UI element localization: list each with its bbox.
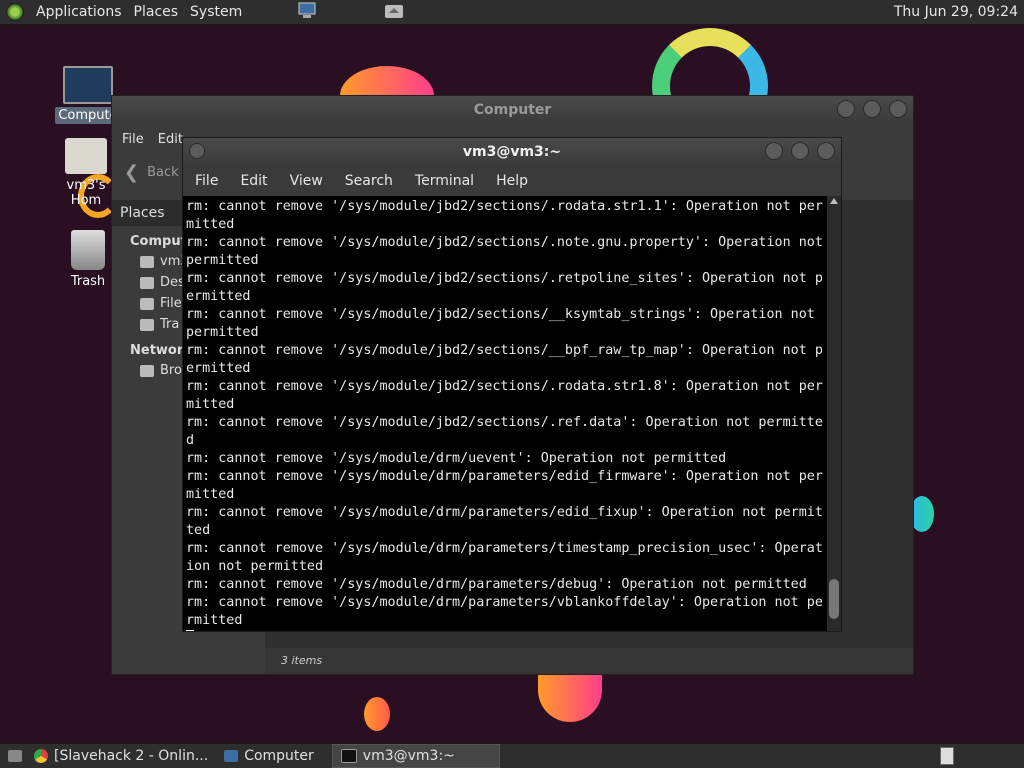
maximize-button[interactable] — [863, 100, 881, 118]
terminal-line: rm: cannot remove '/sys/module/drm/param… — [186, 505, 823, 538]
terminal-output[interactable]: rm: cannot remove '/sys/module/jbd2/sect… — [183, 196, 827, 631]
maximize-button[interactable] — [791, 142, 809, 160]
show-desktop-icon — [8, 750, 22, 762]
scroll-up-icon[interactable] — [830, 198, 838, 204]
window-titlebar[interactable]: vm3@vm3:~ — [183, 138, 841, 166]
status-bar: 3 items — [265, 648, 913, 674]
taskbar-item-label: vm3@vm3:~ — [362, 748, 455, 764]
window-menu-button[interactable] — [189, 143, 205, 159]
terminal-line: rm: cannot remove '/sys/module/jbd2/sect… — [186, 379, 823, 412]
terminal-line: rm: cannot remove '/sys/module/drm/param… — [186, 595, 823, 628]
network-icon — [140, 364, 154, 377]
terminal-line: rm: cannot remove '/sys/module/drm/param… — [186, 541, 823, 574]
computer-icon — [63, 66, 113, 104]
menu-edit[interactable]: Edit — [240, 173, 267, 189]
sidebar-item-label: File — [160, 296, 182, 311]
home-folder-icon — [65, 138, 107, 174]
back-button[interactable]: Back — [147, 165, 179, 180]
scrollbar[interactable] — [827, 196, 841, 631]
taskbar-item-computer[interactable]: Computer — [216, 745, 322, 767]
minimize-button[interactable] — [837, 100, 855, 118]
bottom-panel: [Slavehack 2 - Onlin... Computer vm3@vm3… — [0, 743, 1024, 768]
home-folder-icon — [140, 255, 154, 268]
menu-applications[interactable]: Applications — [36, 4, 122, 20]
wallpaper-shape — [364, 697, 390, 731]
taskbar-item-label: [Slavehack 2 - Onlin... — [54, 748, 209, 764]
back-arrow-icon[interactable]: ❮ — [124, 162, 139, 183]
terminal-line: rm: cannot remove '/sys/module/drm/param… — [186, 469, 823, 502]
menu-search[interactable]: Search — [345, 173, 393, 189]
terminal-icon — [340, 749, 357, 763]
terminal-line: rm: cannot remove '/sys/module/jbd2/sect… — [186, 343, 823, 376]
workspace-switcher[interactable] — [940, 747, 954, 765]
window-title: vm3@vm3:~ — [462, 144, 562, 160]
menu-help[interactable]: Help — [496, 173, 528, 189]
clock[interactable]: Thu Jun 29, 09:24 — [894, 4, 1018, 20]
taskbar-item-browser[interactable]: [Slavehack 2 - Onlin... — [26, 745, 216, 767]
menu-file[interactable]: File — [195, 173, 218, 189]
wallpaper-shape — [538, 670, 602, 722]
scrollbar-thumb[interactable] — [829, 579, 839, 619]
distro-logo-icon[interactable] — [6, 3, 24, 21]
terminal-line: rm: cannot remove '/sys/module/jbd2/sect… — [186, 235, 823, 268]
menu-file[interactable]: File — [122, 132, 144, 147]
taskbar-item-terminal[interactable]: vm3@vm3:~ — [331, 744, 500, 768]
terminal-line: rm: cannot remove '/sys/module/drm/param… — [186, 577, 807, 592]
drive-icon — [140, 297, 154, 310]
chrome-icon — [34, 749, 48, 763]
terminal-line: rm: cannot remove '/sys/module/jbd2/sect… — [186, 199, 823, 232]
home-launcher-icon[interactable] — [384, 2, 404, 20]
menu-edit[interactable]: Edit — [158, 132, 183, 147]
desktop-icon-label: vm3's Hom — [66, 178, 106, 208]
desktop-folder-icon — [140, 276, 154, 289]
terminal-line: rm: cannot remove '/sys/module/drm/ueven… — [186, 451, 727, 466]
desktop-icon-label: Trash — [70, 274, 106, 289]
sidebar-item-label: Tra — [160, 317, 180, 332]
menu-terminal[interactable]: Terminal — [415, 173, 474, 189]
computer-icon — [224, 750, 239, 762]
terminal-cursor — [186, 630, 194, 631]
terminal-window[interactable]: vm3@vm3:~ File Edit View Search Terminal… — [182, 137, 842, 632]
trash-icon — [71, 230, 105, 270]
close-button[interactable] — [817, 142, 835, 160]
terminal-line: rm: cannot remove '/sys/module/jbd2/sect… — [186, 271, 823, 304]
taskbar-item-label: Computer — [244, 748, 314, 764]
trash-icon — [140, 318, 154, 331]
menu-view[interactable]: View — [290, 173, 323, 189]
menu-places[interactable]: Places — [134, 4, 179, 20]
minimize-button[interactable] — [765, 142, 783, 160]
window-titlebar[interactable]: Computer — [112, 96, 913, 124]
top-panel: Applications Places System Thu Jun 29, 0… — [0, 0, 1024, 25]
window-title: Computer — [473, 102, 552, 118]
close-button[interactable] — [889, 100, 907, 118]
menu-system[interactable]: System — [190, 4, 242, 20]
terminal-line: rm: cannot remove '/sys/module/jbd2/sect… — [186, 415, 823, 448]
computer-launcher-icon[interactable] — [297, 2, 317, 20]
sidebar-item-label: Bro — [160, 363, 182, 378]
menubar: File Edit View Search Terminal Help — [183, 166, 841, 196]
terminal-line: rm: cannot remove '/sys/module/jbd2/sect… — [186, 307, 823, 340]
